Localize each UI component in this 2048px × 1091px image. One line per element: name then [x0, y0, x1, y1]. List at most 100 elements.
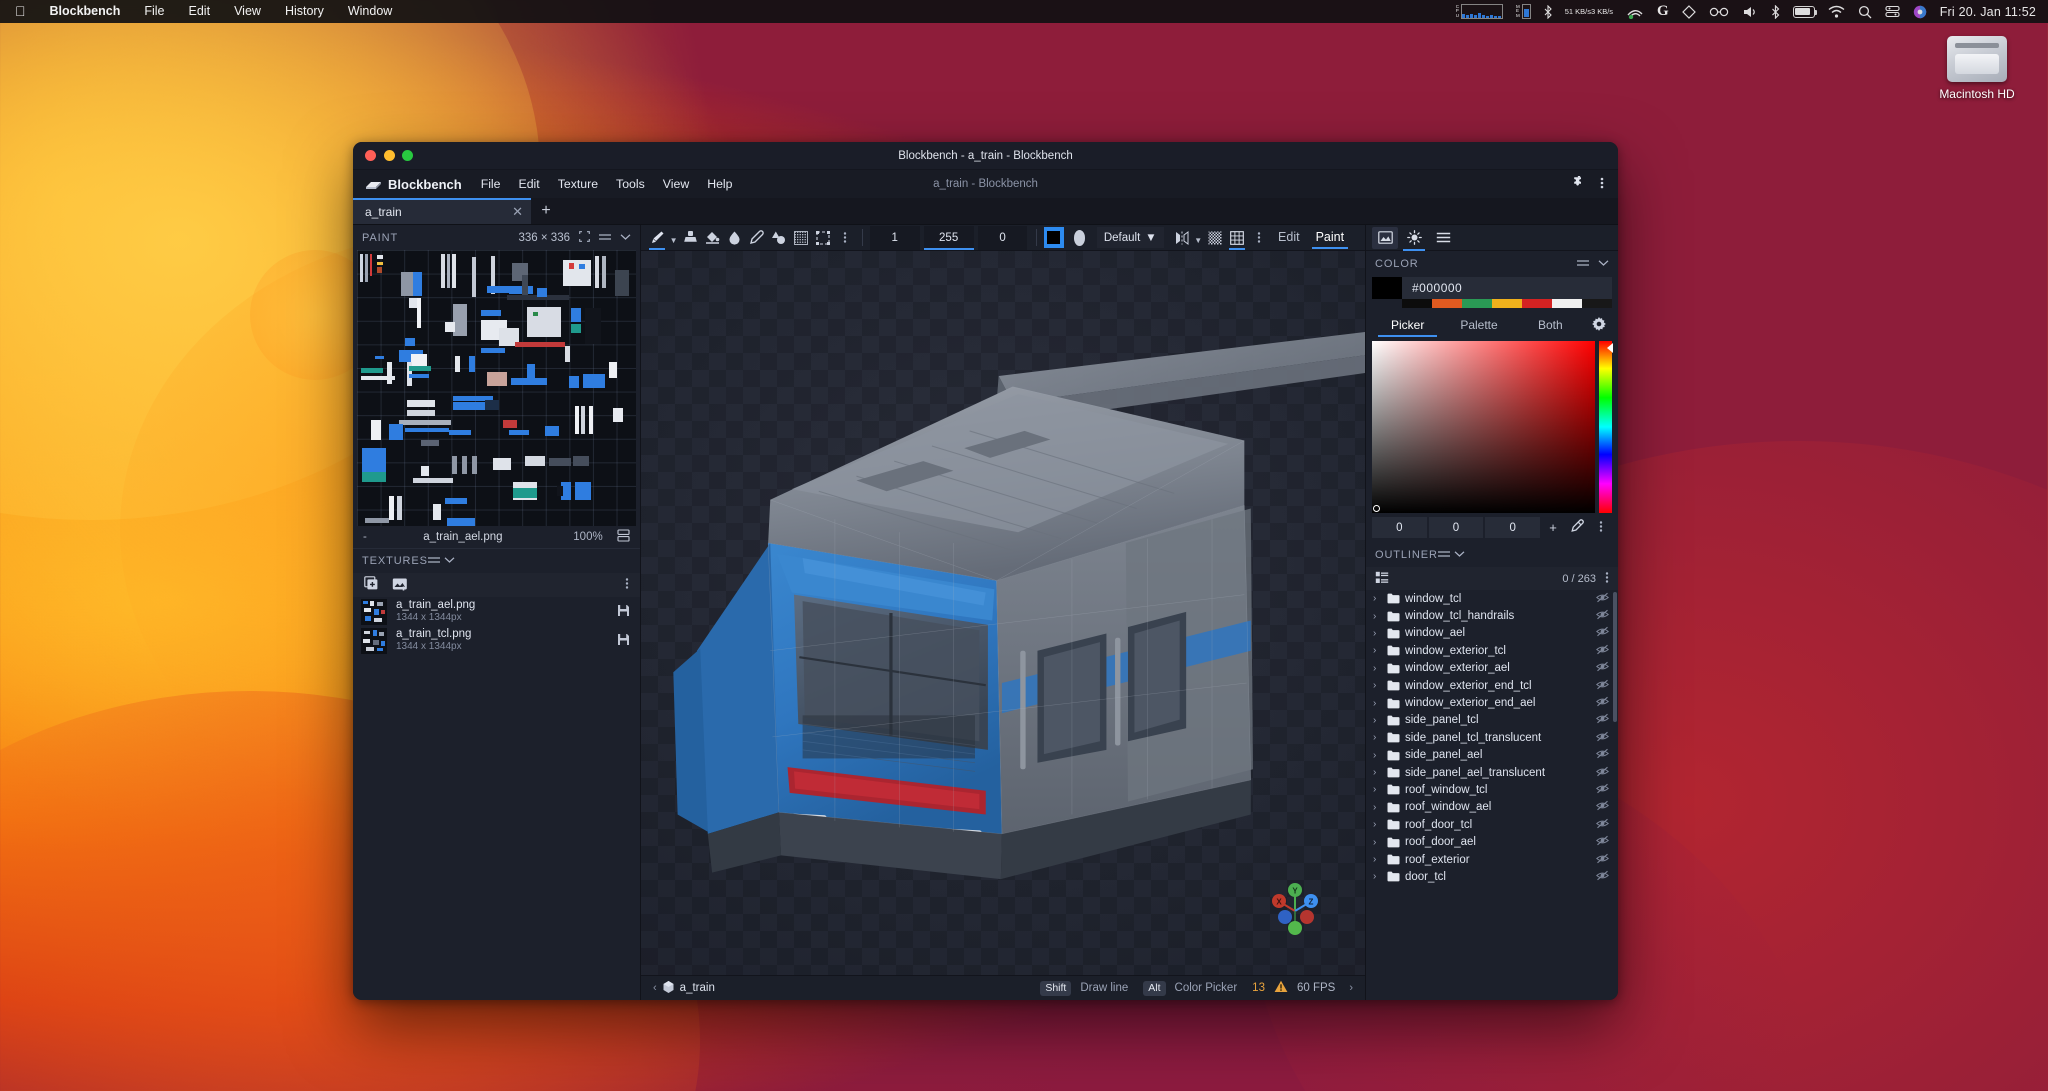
app-menu-view[interactable]: View: [654, 170, 698, 198]
wifi-icon[interactable]: [1828, 5, 1845, 18]
outliner-view-icon[interactable]: [1430, 227, 1456, 249]
texture-list-item[interactable]: a_train_tcl.png 1344 x 1344px: [353, 626, 640, 655]
chevron-down-icon[interactable]: [444, 555, 455, 567]
window-close-button[interactable]: [365, 150, 376, 161]
outliner-row[interactable]: › window_exterior_end_ael: [1366, 694, 1618, 711]
outliner-row[interactable]: › side_panel_ael: [1366, 747, 1618, 764]
panel-menu-icon[interactable]: [599, 232, 611, 244]
panel-menu-icon[interactable]: [427, 555, 444, 567]
chevron-right-icon[interactable]: ›: [1373, 732, 1382, 743]
visibility-toggle-icon[interactable]: [1596, 696, 1609, 710]
tab-paint[interactable]: Paint: [1309, 227, 1352, 249]
diamond-icon[interactable]: [1681, 4, 1696, 19]
app-menu-texture[interactable]: Texture: [549, 170, 607, 198]
outliner-row[interactable]: › roof_door_tcl: [1366, 816, 1618, 833]
chevron-down-icon[interactable]: [1454, 549, 1465, 561]
app-menu-help[interactable]: Help: [698, 170, 741, 198]
close-icon[interactable]: ✕: [512, 204, 523, 220]
outliner-row[interactable]: › roof_door_ael: [1366, 833, 1618, 850]
save-texture-icon[interactable]: [617, 604, 630, 620]
visibility-toggle-icon[interactable]: [1596, 731, 1609, 745]
tab-edit[interactable]: Edit: [1271, 227, 1307, 249]
red-input[interactable]: 0: [1372, 517, 1427, 538]
visibility-toggle-icon[interactable]: [1596, 609, 1609, 623]
chevron-right-icon[interactable]: ›: [1373, 854, 1382, 865]
chevron-down-icon[interactable]: [1598, 258, 1609, 270]
recent-color-swatch[interactable]: [1462, 299, 1492, 308]
outliner-row[interactable]: › roof_window_tcl: [1366, 781, 1618, 798]
app-menu-edit[interactable]: Edit: [510, 170, 549, 198]
visibility-toggle-icon[interactable]: [1596, 713, 1609, 727]
apple-logo-icon[interactable]: : [9, 4, 38, 20]
google-icon[interactable]: G: [1657, 3, 1669, 20]
chevron-right-icon[interactable]: ›: [1373, 784, 1382, 795]
menu-item-window[interactable]: Window: [336, 0, 404, 23]
saturation-value-square[interactable]: [1372, 341, 1595, 513]
blur-icon[interactable]: [724, 226, 744, 250]
visibility-toggle-icon[interactable]: [1596, 783, 1609, 797]
uv-grid-icon[interactable]: [1227, 226, 1247, 250]
blue-input[interactable]: 0: [1485, 517, 1541, 538]
texture-view-icon[interactable]: [1372, 226, 1398, 249]
outliner-tree[interactable]: › window_tcl › window_tcl_handrails › window_…: [1366, 590, 1618, 1000]
recent-color-swatch[interactable]: [1582, 299, 1612, 308]
outliner-row[interactable]: › roof_exterior: [1366, 851, 1618, 868]
mirror-options-caret-icon[interactable]: ▼: [1194, 226, 1203, 250]
color-picker-icon[interactable]: [746, 226, 766, 250]
visibility-toggle-icon[interactable]: [1596, 748, 1609, 762]
add-color-icon[interactable]: +: [1542, 520, 1564, 535]
overflow-menu-icon[interactable]: [1249, 226, 1269, 250]
visibility-toggle-icon[interactable]: [1596, 870, 1609, 884]
outliner-row[interactable]: › roof_window_ael: [1366, 799, 1618, 816]
selection-icon[interactable]: [813, 226, 833, 250]
color-view-icon[interactable]: [1401, 227, 1427, 251]
recent-color-swatch[interactable]: [1522, 299, 1552, 308]
visibility-toggle-icon[interactable]: [1596, 679, 1609, 693]
current-color-swatch[interactable]: [1372, 277, 1402, 299]
eraser-icon[interactable]: [680, 226, 700, 250]
recent-color-swatch[interactable]: [1432, 299, 1462, 308]
visibility-toggle-icon[interactable]: [1596, 661, 1609, 675]
brush-softness-input[interactable]: 0: [977, 225, 1028, 250]
glasses-icon[interactable]: [1709, 6, 1729, 17]
outliner-row[interactable]: › side_panel_tcl: [1366, 712, 1618, 729]
shape-icon[interactable]: [768, 226, 788, 250]
visibility-toggle-icon[interactable]: [1596, 853, 1609, 867]
menu-item-blockbench[interactable]: Blockbench: [38, 0, 133, 23]
chevron-right-icon[interactable]: ›: [1373, 802, 1382, 813]
status-next-arrow[interactable]: ›: [1344, 982, 1358, 994]
chevron-right-icon[interactable]: ›: [1373, 680, 1382, 691]
outliner-row[interactable]: › window_ael: [1366, 625, 1618, 642]
menu-bar-clock[interactable]: Fri 20. Jan 11:52: [1940, 5, 2036, 19]
layers-icon[interactable]: [617, 529, 630, 545]
desktop-icon-macintosh-hd[interactable]: Macintosh HD: [1934, 36, 2020, 101]
outliner-row[interactable]: › window_exterior_ael: [1366, 660, 1618, 677]
visibility-toggle-icon[interactable]: [1596, 626, 1609, 640]
3d-viewport[interactable]: Y X Z: [641, 251, 1365, 975]
recent-color-swatch[interactable]: [1402, 299, 1432, 308]
menu-item-history[interactable]: History: [273, 0, 336, 23]
settings-gear-icon[interactable]: [1586, 316, 1612, 334]
warning-count[interactable]: 13: [1252, 982, 1265, 994]
plugin-puzzle-icon[interactable]: [1572, 174, 1586, 193]
recent-color-swatch[interactable]: [1552, 299, 1582, 308]
overflow-menu-icon[interactable]: [1605, 571, 1609, 587]
brush-icon[interactable]: [647, 226, 667, 250]
menu-item-view[interactable]: View: [222, 0, 273, 23]
visibility-toggle-icon[interactable]: [1596, 800, 1609, 814]
brush-size-input[interactable]: 1: [869, 225, 920, 250]
overflow-menu-icon[interactable]: [625, 577, 629, 593]
outliner-row[interactable]: › window_tcl_handrails: [1366, 607, 1618, 624]
window-maximize-button[interactable]: [402, 150, 413, 161]
blend-mode-select[interactable]: Default ▼: [1096, 227, 1164, 248]
app-menu-tools[interactable]: Tools: [607, 170, 654, 198]
volume-icon[interactable]: [1742, 5, 1758, 19]
chevron-down-icon[interactable]: [620, 232, 631, 244]
outliner-list-icon[interactable]: [1375, 571, 1389, 587]
bluetooth-small-icon[interactable]: [1544, 4, 1552, 19]
chevron-right-icon[interactable]: ›: [1373, 750, 1382, 761]
chevron-right-icon[interactable]: ›: [1373, 715, 1382, 726]
outliner-scrollbar[interactable]: [1613, 592, 1617, 722]
battery-icon[interactable]: [1792, 5, 1818, 18]
chevron-right-icon[interactable]: ›: [1373, 593, 1382, 604]
